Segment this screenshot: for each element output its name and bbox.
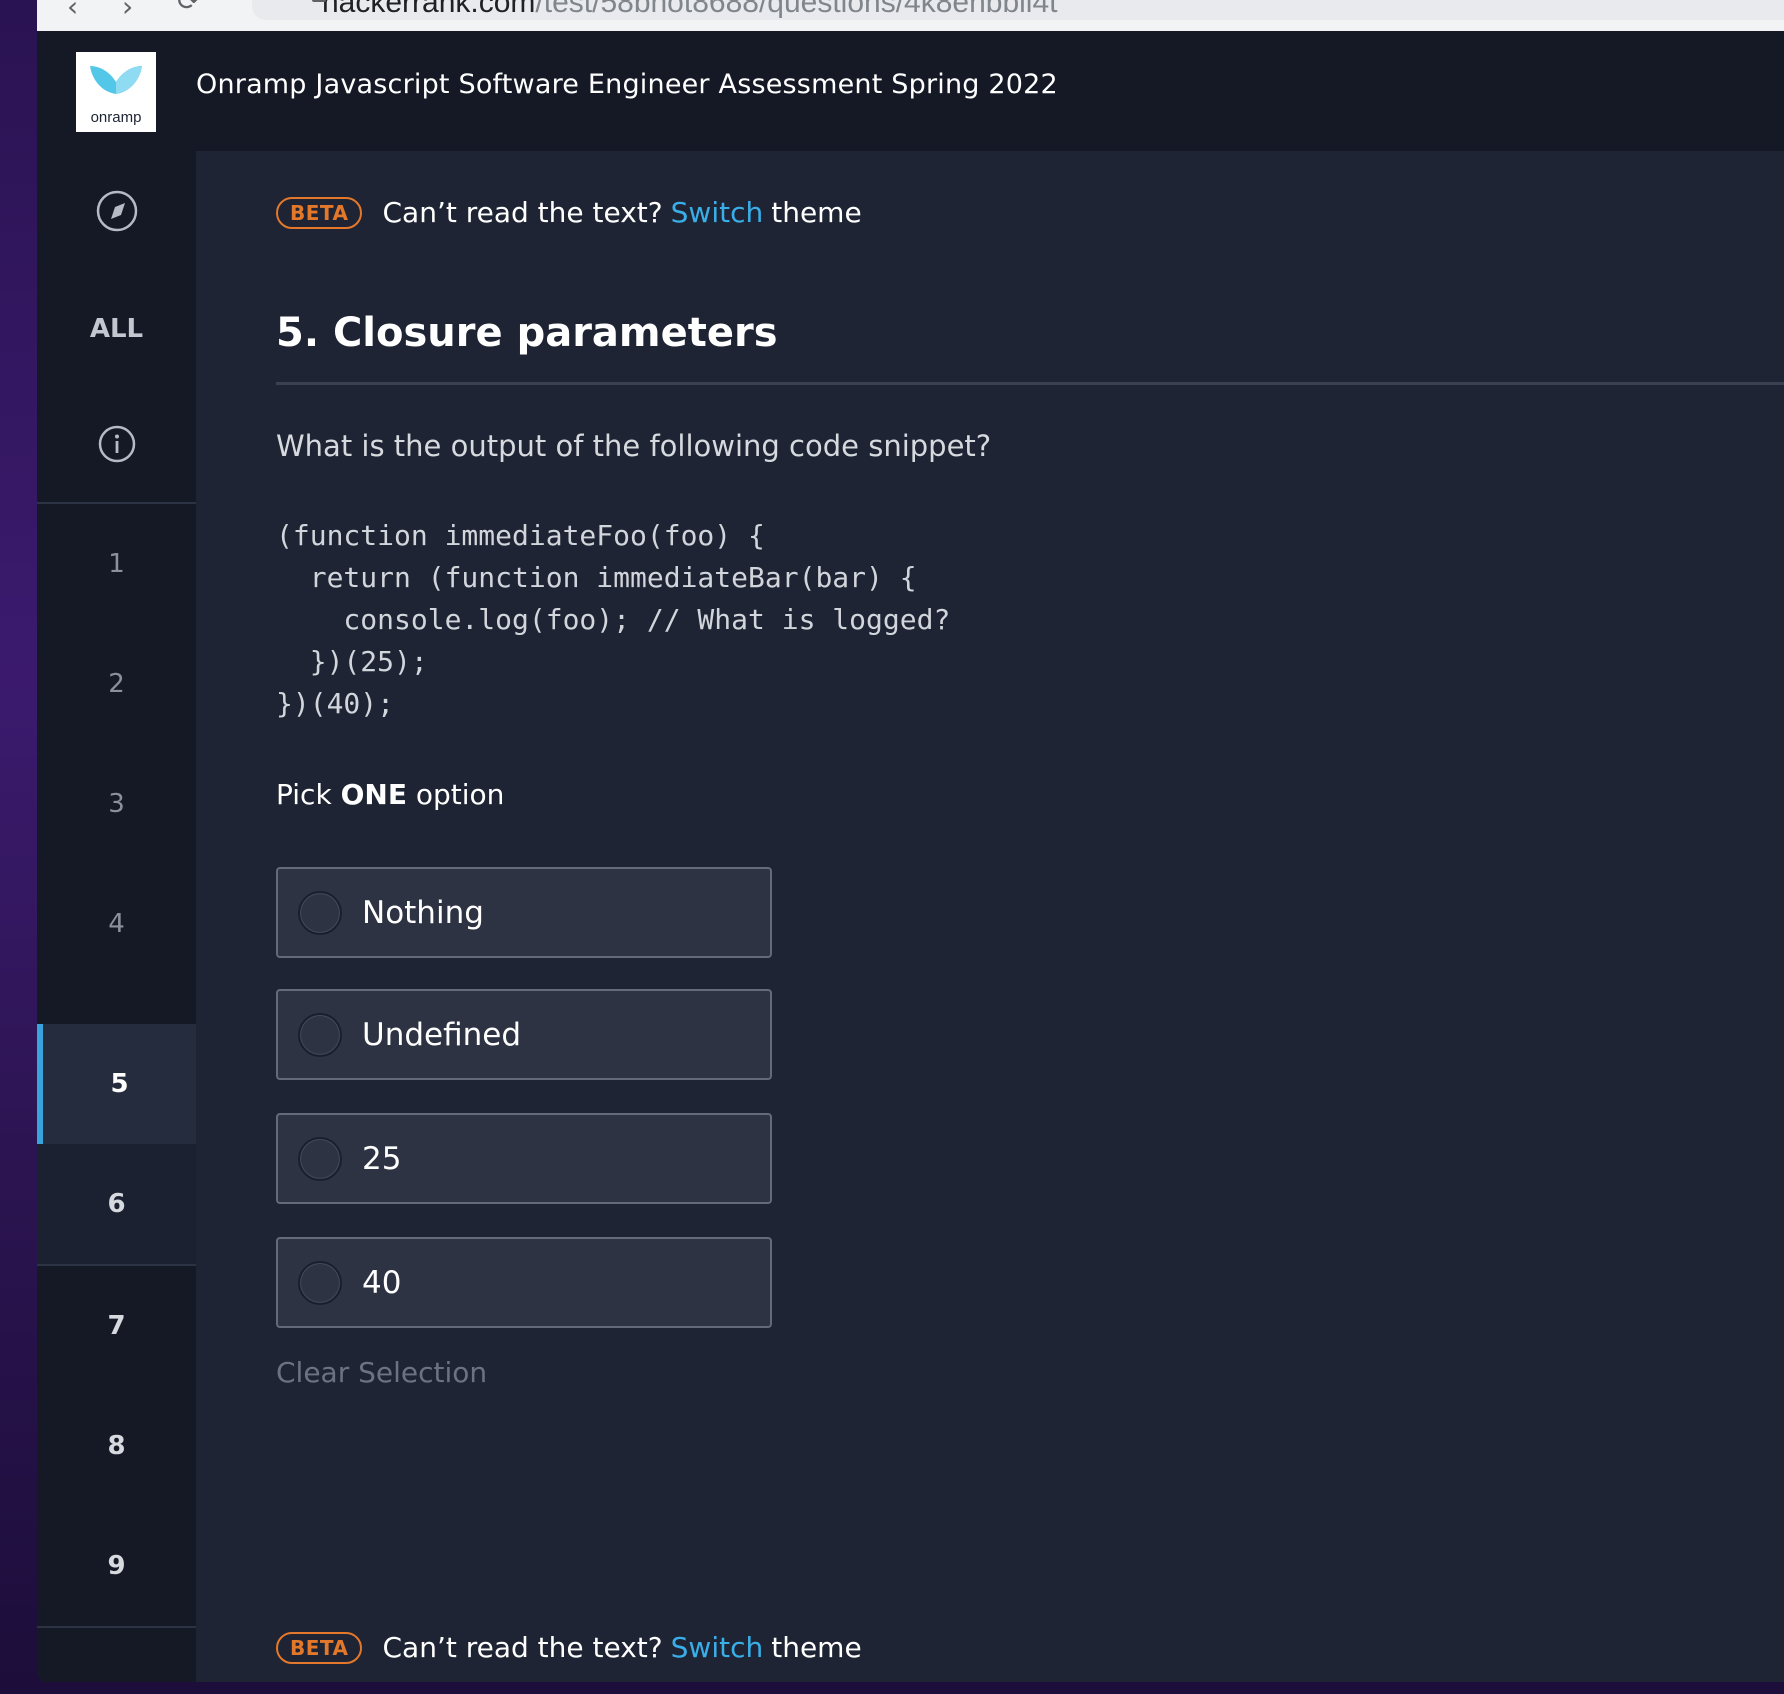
sidebar-question-7[interactable]: 7 (37, 1266, 196, 1386)
option-label: Undefined (362, 1016, 522, 1053)
radio-button[interactable] (298, 1260, 342, 1305)
question-title: 5. Closure parameters (276, 310, 778, 356)
theme-banner-suffix: theme (771, 196, 862, 229)
switch-theme-link[interactable]: Switch (671, 1631, 764, 1664)
sidebar-divider (37, 1626, 196, 1628)
beta-badge: BETA (276, 196, 363, 229)
sidebar-question-8[interactable]: 8 (37, 1386, 196, 1506)
sidebar-question-1[interactable]: 1 (37, 504, 196, 624)
radio-button[interactable] (298, 1136, 342, 1181)
logo-text: onramp (90, 109, 142, 126)
beta-badge: BETA (276, 1631, 363, 1664)
sidebar-question-6[interactable]: 6 (37, 1144, 196, 1264)
option-label: 40 (362, 1264, 402, 1301)
title-divider (276, 382, 1784, 385)
address-bar[interactable]: hackerrank.com/test/58bnot8688/questions… (252, 0, 1784, 20)
sidebar-question-4[interactable]: 4 (37, 864, 196, 984)
option-nothing[interactable]: Nothing (276, 867, 772, 958)
forward-icon[interactable]: › (122, 0, 133, 23)
radio-button[interactable] (298, 890, 342, 935)
option-40[interactable]: 40 (276, 1237, 772, 1328)
clear-selection-link[interactable]: Clear Selection (276, 1356, 487, 1389)
theme-banner-text: Can’t read the text? (382, 1631, 663, 1664)
theme-banner-text: Can’t read the text? (382, 196, 663, 229)
assessment-title: Onramp Javascript Software Engineer Asse… (196, 69, 1058, 100)
app-header: onramp Onramp Javascript Software Engine… (37, 31, 1784, 151)
pick-prefix: Pick (276, 778, 332, 811)
url-path: /test/58bnot8688/questions/4k8enbbii4t (535, 0, 1058, 19)
switch-theme-link[interactable]: Switch (671, 196, 764, 229)
info-icon (98, 425, 135, 463)
option-undefined[interactable]: Undefined (276, 989, 772, 1080)
browser-toolbar: ‹ › ⟳ hackerrank.com/test/58bnot8688/que… (37, 0, 1784, 32)
pick-instruction: Pick ONE option (276, 778, 504, 811)
theme-banner-bottom: BETA Can’t read the text? Switch theme (276, 1631, 862, 1664)
sidebar-all-button[interactable]: ALL (37, 271, 196, 386)
theme-banner-top: BETA Can’t read the text? Switch theme (276, 196, 862, 229)
theme-banner-suffix: theme (771, 1631, 862, 1664)
sidebar-question-5[interactable]: 5 (37, 1024, 196, 1144)
sidebar-compass-button[interactable] (37, 151, 196, 271)
option-label: Nothing (362, 894, 484, 931)
back-icon[interactable]: ‹ (67, 0, 78, 23)
sidebar-question-3[interactable]: 3 (37, 744, 196, 864)
sidebar-info-button[interactable] (37, 386, 196, 502)
code-snippet: (function immediateFoo(foo) { return (fu… (276, 519, 951, 720)
pick-suffix: option (415, 778, 505, 811)
radio-button[interactable] (298, 1012, 342, 1057)
assessment-window: onramp Onramp Javascript Software Engine… (37, 31, 1784, 1682)
compass-icon (96, 190, 137, 232)
question-panel: BETA Can’t read the text? Switch theme 5… (196, 151, 1784, 1682)
option-25[interactable]: 25 (276, 1113, 772, 1204)
sidebar-question-9[interactable]: 9 (37, 1506, 196, 1626)
sidebar-question-2[interactable]: 2 (37, 624, 196, 744)
option-label: 25 (362, 1140, 402, 1177)
logo-mark-icon (90, 66, 142, 94)
question-sidebar: ALL 1 2 3 4 5 6 7 8 9 (37, 151, 196, 1682)
pick-emphasis: ONE (340, 778, 407, 811)
reload-icon[interactable]: ⟳ (177, 0, 200, 17)
question-prompt: What is the output of the following code… (276, 429, 992, 463)
onramp-logo: onramp (76, 52, 156, 132)
url-host: hackerrank.com (322, 0, 536, 19)
lock-icon (312, 0, 326, 2)
